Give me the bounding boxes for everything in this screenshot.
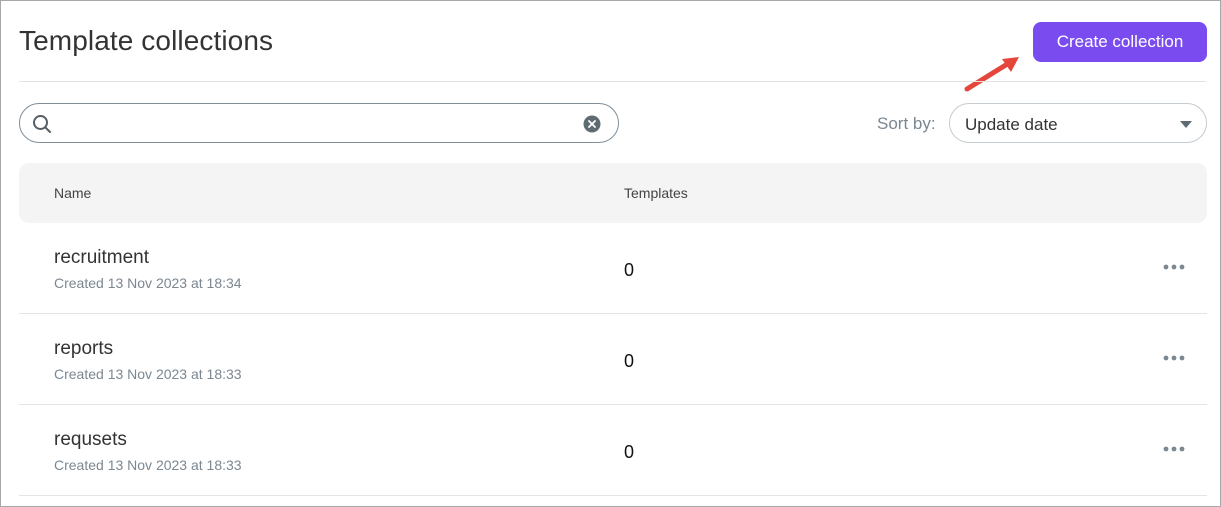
templates-count: 0 [624,442,635,462]
sort-selected-value: Update date [965,115,1058,134]
more-horizontal-icon[interactable] [1162,352,1186,364]
collection-created-date: Created 13 Nov 2023 at 18:34 [54,275,242,291]
column-header-templates[interactable]: Templates [624,185,688,201]
collection-name[interactable]: reports [54,338,113,360]
page-title: Template collections [19,25,274,56]
collection-created-date: Created 13 Nov 2023 at 18:33 [54,457,242,473]
search-box[interactable] [19,103,619,143]
search-icon [33,115,51,133]
collection-created-date: Created 13 Nov 2023 at 18:33 [54,366,242,382]
table-row[interactable]: reports Created 13 Nov 2023 at 18:33 0 [19,314,1207,405]
table-header: Name Templates [19,163,1207,223]
more-horizontal-icon[interactable] [1162,443,1186,455]
collection-name[interactable]: recruitment [54,247,149,269]
table-row[interactable]: requsets Created 13 Nov 2023 at 18:33 0 [19,405,1207,496]
column-header-name[interactable]: Name [54,185,91,201]
chevron-down-icon [1180,121,1192,128]
create-collection-button[interactable]: Create collection [1033,22,1207,62]
template-collections-page: Template collections Create collection S… [0,0,1221,507]
header-divider [19,81,1206,82]
table-row[interactable]: recruitment Created 13 Nov 2023 at 18:34… [19,223,1207,314]
sort-label: Sort by: [877,114,936,133]
collection-name[interactable]: requsets [54,429,127,451]
clear-icon[interactable] [583,115,601,133]
sort-dropdown[interactable]: Update date [949,103,1207,143]
templates-count: 0 [624,260,635,280]
more-horizontal-icon[interactable] [1162,261,1186,273]
templates-count: 0 [624,351,635,371]
annotation-arrow-icon [964,57,1019,92]
search-input[interactable] [64,110,574,136]
